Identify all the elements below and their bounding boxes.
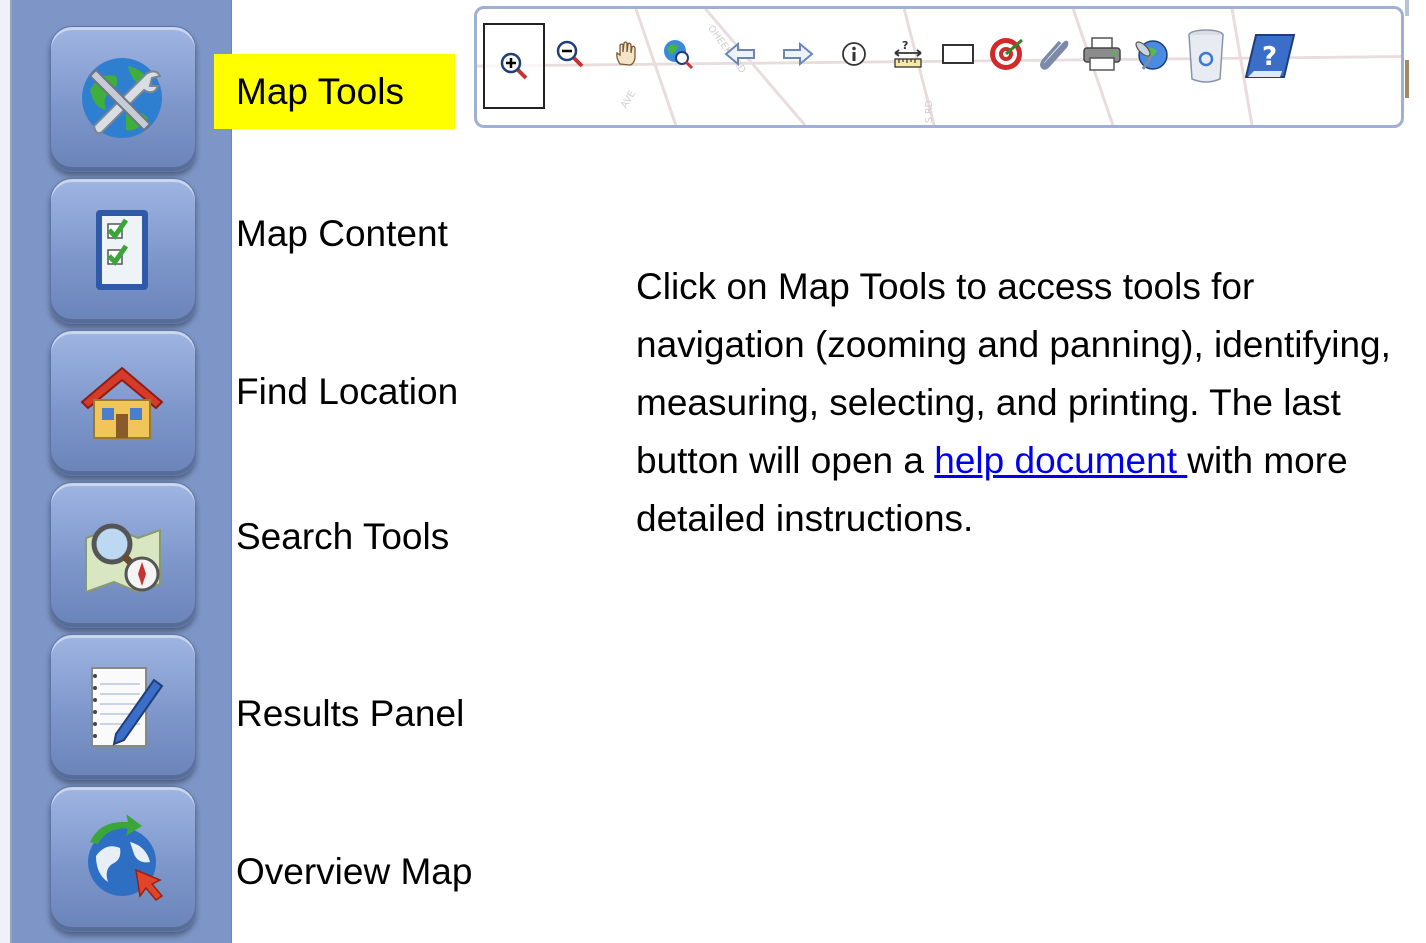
svg-text:?: ? <box>1262 42 1277 72</box>
attachment-tool[interactable] <box>1033 33 1075 75</box>
search-tools-button[interactable] <box>50 482 196 637</box>
label-map-tools: Map Tools <box>214 54 455 129</box>
satellite-tool[interactable] <box>1131 33 1173 75</box>
road-label: AVE <box>619 89 638 110</box>
full-extent-icon <box>664 40 694 70</box>
pan-tool[interactable] <box>605 33 647 75</box>
road-label: S RD <box>924 100 935 123</box>
printer-icon <box>1083 37 1121 71</box>
clear-bin-icon <box>1188 29 1224 83</box>
svg-text:?: ? <box>902 39 908 52</box>
checklist-icon <box>96 210 148 290</box>
measure-tool[interactable]: ? <box>887 33 929 75</box>
paperclip-icon <box>1040 40 1069 70</box>
pan-hand-icon <box>616 41 636 66</box>
print-tool[interactable] <box>1081 33 1123 75</box>
results-panel-button[interactable] <box>50 634 196 789</box>
zoom-in-tool[interactable] <box>483 23 545 109</box>
label-search-tools: Search Tools <box>236 516 450 557</box>
map-tools-button[interactable] <box>50 26 196 181</box>
full-extent-tool[interactable] <box>657 33 699 75</box>
map-content-button[interactable] <box>50 178 196 333</box>
select-rectangle-tool[interactable] <box>937 33 979 75</box>
magnifier-map-icon <box>85 523 161 594</box>
globe-arrows-icon <box>88 814 164 901</box>
help-tool[interactable]: ? <box>1241 27 1299 85</box>
zoom-out-tool[interactable] <box>549 33 591 75</box>
label-results-panel: Results Panel <box>236 693 465 734</box>
zoom-out-icon <box>556 40 584 68</box>
zoom-in-icon <box>500 52 528 80</box>
description-paragraph: Click on Map Tools to access tools for n… <box>636 258 1426 548</box>
label-overview-map: Overview Map <box>236 851 473 892</box>
target-tool[interactable] <box>985 33 1027 75</box>
satellite-icon <box>1135 40 1168 70</box>
help-book-icon: ? <box>1244 34 1296 78</box>
overview-map-button[interactable] <box>50 786 196 941</box>
identify-icon <box>842 42 866 66</box>
back-arrow-icon <box>724 42 755 66</box>
clear-tool[interactable] <box>1183 25 1229 87</box>
identify-tool[interactable] <box>833 33 875 75</box>
select-rectangle-icon <box>942 44 974 64</box>
map-toolbar: AVE OHEEKE RD S RD ? ? <box>474 6 1404 128</box>
house-icon <box>80 366 164 439</box>
label-map-content: Map Content <box>236 213 448 254</box>
globe-wrench-icon <box>82 58 162 138</box>
next-extent-tool[interactable] <box>777 33 819 75</box>
previous-extent-tool[interactable] <box>719 33 761 75</box>
find-location-button[interactable] <box>50 330 196 485</box>
measure-icon: ? <box>894 39 922 68</box>
toolbar-right-edge <box>1405 0 1426 140</box>
forward-arrow-icon <box>783 42 814 66</box>
sidebar-edge <box>0 0 12 943</box>
notepad-pen-icon <box>91 667 164 747</box>
help-document-link[interactable]: help document <box>934 440 1187 481</box>
label-find-location: Find Location <box>236 371 459 412</box>
target-icon <box>990 38 1023 70</box>
